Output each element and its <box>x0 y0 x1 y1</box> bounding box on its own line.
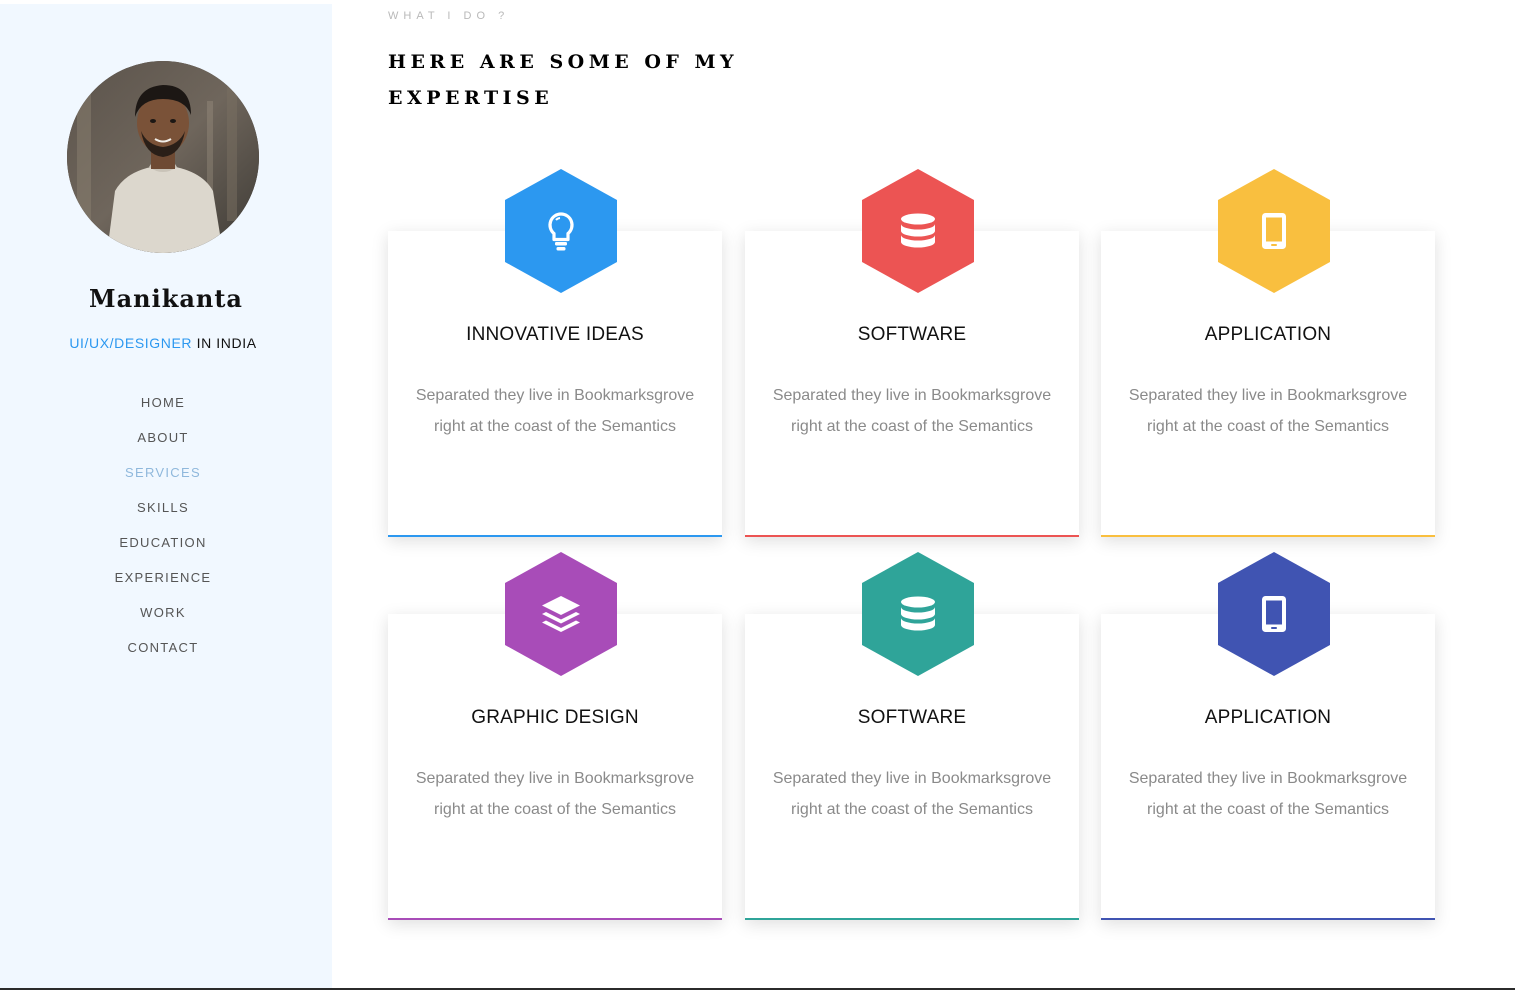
nav-item-home: HOME <box>0 390 326 425</box>
page: Manikanta UI/UX/DESIGNER IN INDIA HOME A… <box>0 0 1515 990</box>
card-description: Separated they live in Bookmarksgrove ri… <box>772 770 1052 818</box>
card-title: GRAPHIC DESIGN <box>471 707 639 728</box>
nav-item-skills: SKILLS <box>0 495 326 530</box>
mobile-icon <box>1262 596 1286 632</box>
nav-link-contact[interactable]: CONTACT <box>128 640 199 655</box>
hexagon-badge <box>1218 552 1330 676</box>
profile-name: Manikanta <box>89 284 243 313</box>
nav-link-work[interactable]: WORK <box>140 605 186 620</box>
nav-item-work: WORK <box>0 600 326 635</box>
card-title: APPLICATION <box>1204 324 1332 345</box>
avatar[interactable] <box>67 61 259 253</box>
service-card-software[interactable]: SOFTWARE Separated they live in Bookmark… <box>745 169 1079 537</box>
nav-item-experience: EXPERIENCE <box>0 565 326 600</box>
hexagon-badge <box>505 552 617 676</box>
card-description: Separated they live in Bookmarksgrove ri… <box>415 387 695 435</box>
nav-link-experience[interactable]: EXPERIENCE <box>115 570 212 585</box>
lightbulb-icon <box>548 212 574 251</box>
card-title: SOFTWARE <box>857 324 967 345</box>
role-highlight: UI/UX/DESIGNER <box>69 335 193 351</box>
nav-item-services: SERVICES <box>0 460 326 495</box>
card-title: SOFTWARE <box>857 707 967 728</box>
nav-link-services[interactable]: SERVICES <box>125 465 201 480</box>
nav-item-education: EDUCATION <box>0 530 326 565</box>
card-description: Separated they live in Bookmarksgrove ri… <box>1128 770 1408 818</box>
card-description: Separated they live in Bookmarksgrove ri… <box>772 387 1052 435</box>
hexagon-badge <box>862 169 974 293</box>
service-card-application[interactable]: APPLICATION Separated they live in Bookm… <box>1101 169 1435 537</box>
service-card-application-2[interactable]: APPLICATION Separated they live in Bookm… <box>1101 552 1435 920</box>
card-description: Separated they live in Bookmarksgrove ri… <box>415 770 695 818</box>
nav-item-contact: CONTACT <box>0 635 326 670</box>
service-card-graphic-design[interactable]: GRAPHIC DESIGN Separated they live in Bo… <box>388 552 722 920</box>
service-card-innovative-ideas[interactable]: INNOVATIVE IDEAS Separated they live in … <box>388 169 722 537</box>
nav-link-skills[interactable]: SKILLS <box>137 500 189 515</box>
nav-link-education[interactable]: EDUCATION <box>119 535 206 550</box>
section-heading: HERE ARE SOME OF MY EXPERTISE <box>388 51 739 109</box>
hexagon-badge <box>862 552 974 676</box>
card-title: INNOVATIVE IDEAS <box>466 324 644 345</box>
role-location: IN INDIA <box>192 335 257 351</box>
database-icon <box>901 213 935 248</box>
profile-photo <box>67 61 259 253</box>
sidebar-nav: HOME ABOUT SERVICES SKILLS EDUCATION EXP… <box>0 390 326 670</box>
sidebar: Manikanta UI/UX/DESIGNER IN INDIA HOME A… <box>0 4 332 988</box>
database-icon <box>901 596 935 631</box>
card-description: Separated they live in Bookmarksgrove ri… <box>1128 387 1408 435</box>
nav-item-about: ABOUT <box>0 425 326 460</box>
mobile-icon <box>1262 213 1286 249</box>
section-eyebrow: WHAT I DO ? <box>388 10 510 22</box>
hexagon-badge <box>505 169 617 293</box>
layers-icon <box>542 596 580 632</box>
nav-link-about[interactable]: ABOUT <box>137 430 188 445</box>
profile-role: UI/UX/DESIGNER IN INDIA <box>0 335 326 351</box>
card-title: APPLICATION <box>1204 707 1332 728</box>
service-card-software-2[interactable]: SOFTWARE Separated they live in Bookmark… <box>745 552 1079 920</box>
nav-link-home[interactable]: HOME <box>141 395 185 410</box>
hexagon-badge <box>1218 169 1330 293</box>
